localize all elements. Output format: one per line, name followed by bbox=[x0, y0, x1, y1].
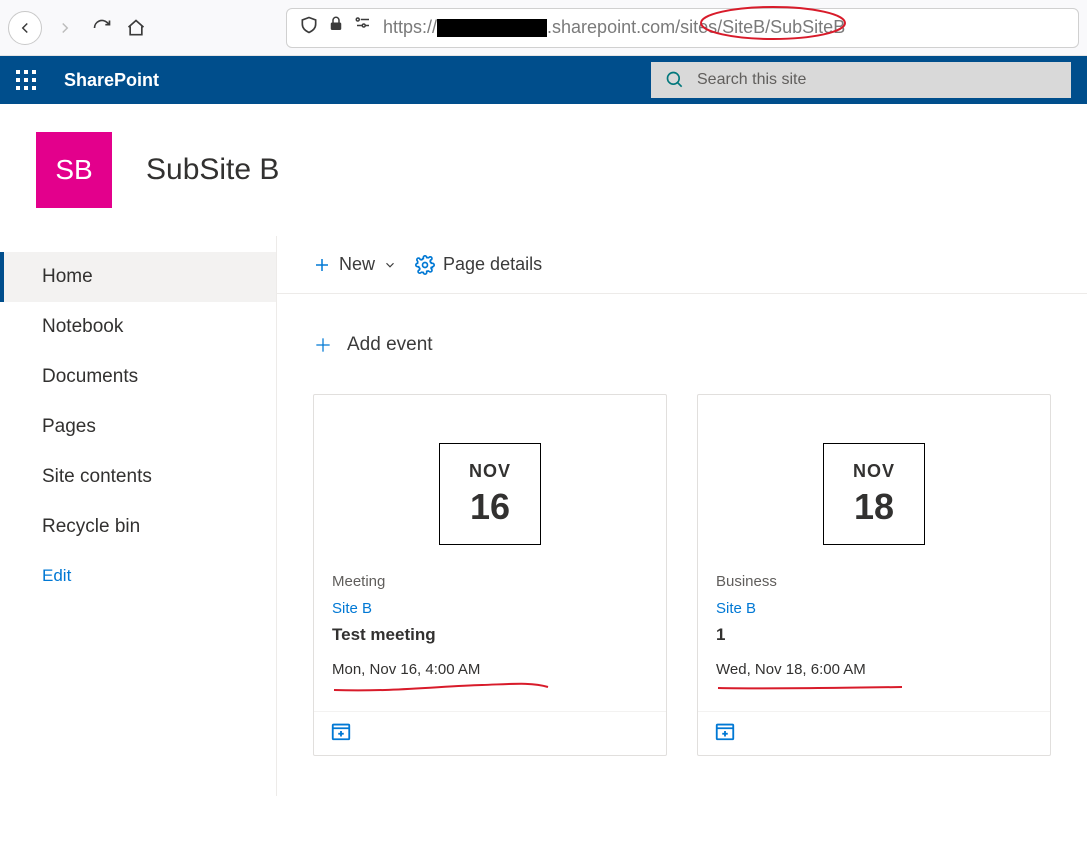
event-date-box: NOV 18 bbox=[823, 443, 925, 545]
search-icon bbox=[665, 70, 685, 90]
nav-label: Home bbox=[42, 266, 93, 287]
event-time: Wed, Nov 18, 6:00 AM bbox=[716, 661, 1032, 678]
gear-icon bbox=[415, 255, 435, 275]
event-day: 16 bbox=[470, 486, 510, 528]
site-logo[interactable]: SB bbox=[36, 132, 112, 208]
address-bar[interactable]: https://.sharepoint.com/sites/SiteB/SubS… bbox=[286, 8, 1079, 48]
new-label: New bbox=[339, 254, 375, 275]
nav-pages[interactable]: Pages bbox=[0, 402, 276, 452]
add-event-label: Add event bbox=[347, 334, 433, 356]
url-redacted bbox=[437, 19, 547, 37]
event-date-box: NOV 16 bbox=[439, 443, 541, 545]
permission-icon bbox=[353, 15, 373, 40]
nav-label: Documents bbox=[42, 366, 138, 387]
nav-label: Recycle bin bbox=[42, 516, 140, 537]
chevron-down-icon bbox=[383, 258, 397, 272]
details-label: Page details bbox=[443, 254, 542, 275]
annotation-underline bbox=[716, 680, 906, 692]
event-day: 18 bbox=[854, 486, 894, 528]
search-placeholder: Search this site bbox=[697, 71, 806, 89]
forward-button[interactable] bbox=[48, 11, 82, 45]
home-button[interactable] bbox=[122, 11, 150, 45]
event-card[interactable]: NOV 16 Meeting Site B Test meeting Mon, … bbox=[313, 394, 667, 756]
event-title: 1 bbox=[716, 625, 1032, 645]
calendar-add-icon[interactable] bbox=[330, 729, 352, 746]
calendar-add-icon[interactable] bbox=[714, 729, 736, 746]
event-site-link[interactable]: Site B bbox=[332, 600, 648, 617]
nav-documents[interactable]: Documents bbox=[0, 352, 276, 402]
search-box[interactable]: Search this site bbox=[651, 62, 1071, 98]
nav-notebook[interactable]: Notebook bbox=[0, 302, 276, 352]
nav-site-contents[interactable]: Site contents bbox=[0, 452, 276, 502]
main-content: New Page details Add event NOV 16 bbox=[277, 236, 1087, 796]
event-time: Mon, Nov 16, 4:00 AM bbox=[332, 661, 648, 678]
annotation-circle bbox=[693, 1, 853, 41]
new-button[interactable]: New bbox=[313, 254, 397, 275]
nav-label: Site contents bbox=[42, 466, 152, 487]
event-category: Business bbox=[716, 573, 1032, 590]
site-title: SubSite B bbox=[146, 153, 279, 187]
back-button[interactable] bbox=[8, 11, 42, 45]
plus-icon bbox=[313, 256, 331, 274]
suite-header: SharePoint Search this site bbox=[0, 56, 1087, 104]
app-launcher-icon[interactable] bbox=[16, 70, 36, 90]
event-site-link[interactable]: Site B bbox=[716, 600, 1032, 617]
browser-toolbar: https://.sharepoint.com/sites/SiteB/SubS… bbox=[0, 0, 1087, 56]
nav-label: Edit bbox=[42, 566, 71, 585]
add-event-button[interactable]: Add event bbox=[313, 334, 1051, 356]
lock-icon bbox=[327, 15, 345, 40]
event-month: NOV bbox=[469, 461, 511, 482]
reload-button[interactable] bbox=[88, 11, 116, 45]
event-title: Test meeting bbox=[332, 625, 648, 645]
command-bar: New Page details bbox=[277, 236, 1087, 294]
event-card[interactable]: NOV 18 Business Site B 1 Wed, Nov 18, 6:… bbox=[697, 394, 1051, 756]
site-header: SB SubSite B bbox=[0, 104, 1087, 236]
nav-home[interactable]: Home bbox=[0, 252, 276, 302]
plus-icon bbox=[313, 335, 333, 355]
page-details-button[interactable]: Page details bbox=[415, 254, 542, 275]
event-month: NOV bbox=[853, 461, 895, 482]
nav-label: Notebook bbox=[42, 316, 123, 337]
suite-title[interactable]: SharePoint bbox=[64, 70, 159, 91]
nav-recycle-bin[interactable]: Recycle bin bbox=[0, 502, 276, 552]
nav-edit[interactable]: Edit bbox=[0, 552, 276, 600]
nav-label: Pages bbox=[42, 416, 96, 437]
event-category: Meeting bbox=[332, 573, 648, 590]
shield-icon bbox=[299, 15, 319, 40]
left-nav: Home Notebook Documents Pages Site conte… bbox=[0, 236, 277, 796]
annotation-underline bbox=[332, 680, 552, 692]
